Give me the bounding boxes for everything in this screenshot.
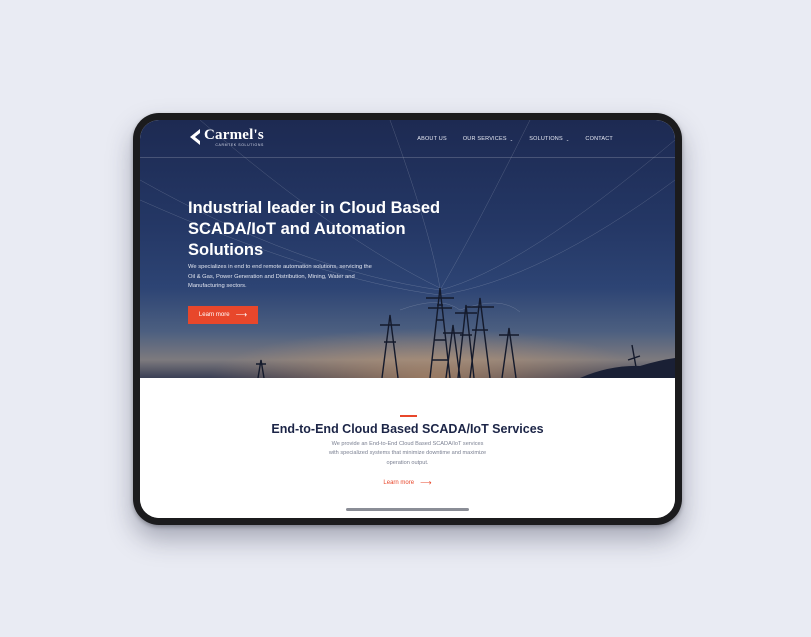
- hero-button-label: Learn more: [198, 312, 230, 318]
- tablet-frame: Carmel's CARMTEK SOLUTIONS ABOUT US OUR …: [133, 113, 682, 525]
- nav-item-solutions[interactable]: SOLUTIONS ⌄: [529, 136, 569, 142]
- nav-item-label: SOLUTIONS: [529, 136, 563, 142]
- nav-item-label: CONTACT: [585, 136, 613, 142]
- nav-item-our-services[interactable]: OUR SERVICES ⌄: [463, 136, 513, 142]
- nav-item-contact[interactable]: CONTACT: [585, 136, 613, 142]
- chevron-down-icon: ⌄: [565, 136, 570, 142]
- logo-mark-icon: [190, 129, 200, 145]
- services-link-label: Learn more: [383, 480, 415, 486]
- chevron-down-icon: ⌄: [509, 136, 514, 142]
- section-accent-divider: [400, 415, 417, 417]
- services-learn-more-link[interactable]: Learn more ⟶: [140, 479, 675, 487]
- logo-subtitle: CARMTEK SOLUTIONS: [215, 143, 264, 147]
- hero-section: Carmel's CARMTEK SOLUTIONS ABOUT US OUR …: [140, 120, 675, 378]
- tablet-screen: Carmel's CARMTEK SOLUTIONS ABOUT US OUR …: [140, 120, 675, 518]
- nav-menu: ABOUT US OUR SERVICES ⌄ SOLUTIONS ⌄ CONT…: [417, 136, 613, 142]
- nav-item-label: ABOUT US: [417, 136, 447, 142]
- services-section: End-to-End Cloud Based SCADA/IoT Service…: [140, 378, 675, 518]
- carmels-logo[interactable]: Carmel's CARMTEK SOLUTIONS: [188, 128, 264, 148]
- nav-item-label: OUR SERVICES: [462, 136, 507, 142]
- services-title: End-to-End Cloud Based SCADA/IoT Service…: [271, 422, 544, 436]
- nav-item-about-us[interactable]: ABOUT US: [417, 136, 447, 142]
- top-navigation: Carmel's CARMTEK SOLUTIONS ABOUT US OUR …: [140, 120, 675, 158]
- hero-title: Industrial leader in Cloud Based SCADA/I…: [188, 199, 441, 259]
- arrow-right-icon: ⟶: [420, 478, 432, 487]
- home-indicator-bar[interactable]: [346, 508, 469, 511]
- arrow-right-icon: ⟶: [235, 310, 248, 319]
- hero-learn-more-button[interactable]: Learn more ⟶: [188, 306, 258, 324]
- hero-description: We specializes in end to end remote auto…: [188, 264, 372, 289]
- services-description: We provide an End-to-End Cloud Based SCA…: [328, 441, 487, 466]
- logo-name: Carmel's: [204, 127, 264, 143]
